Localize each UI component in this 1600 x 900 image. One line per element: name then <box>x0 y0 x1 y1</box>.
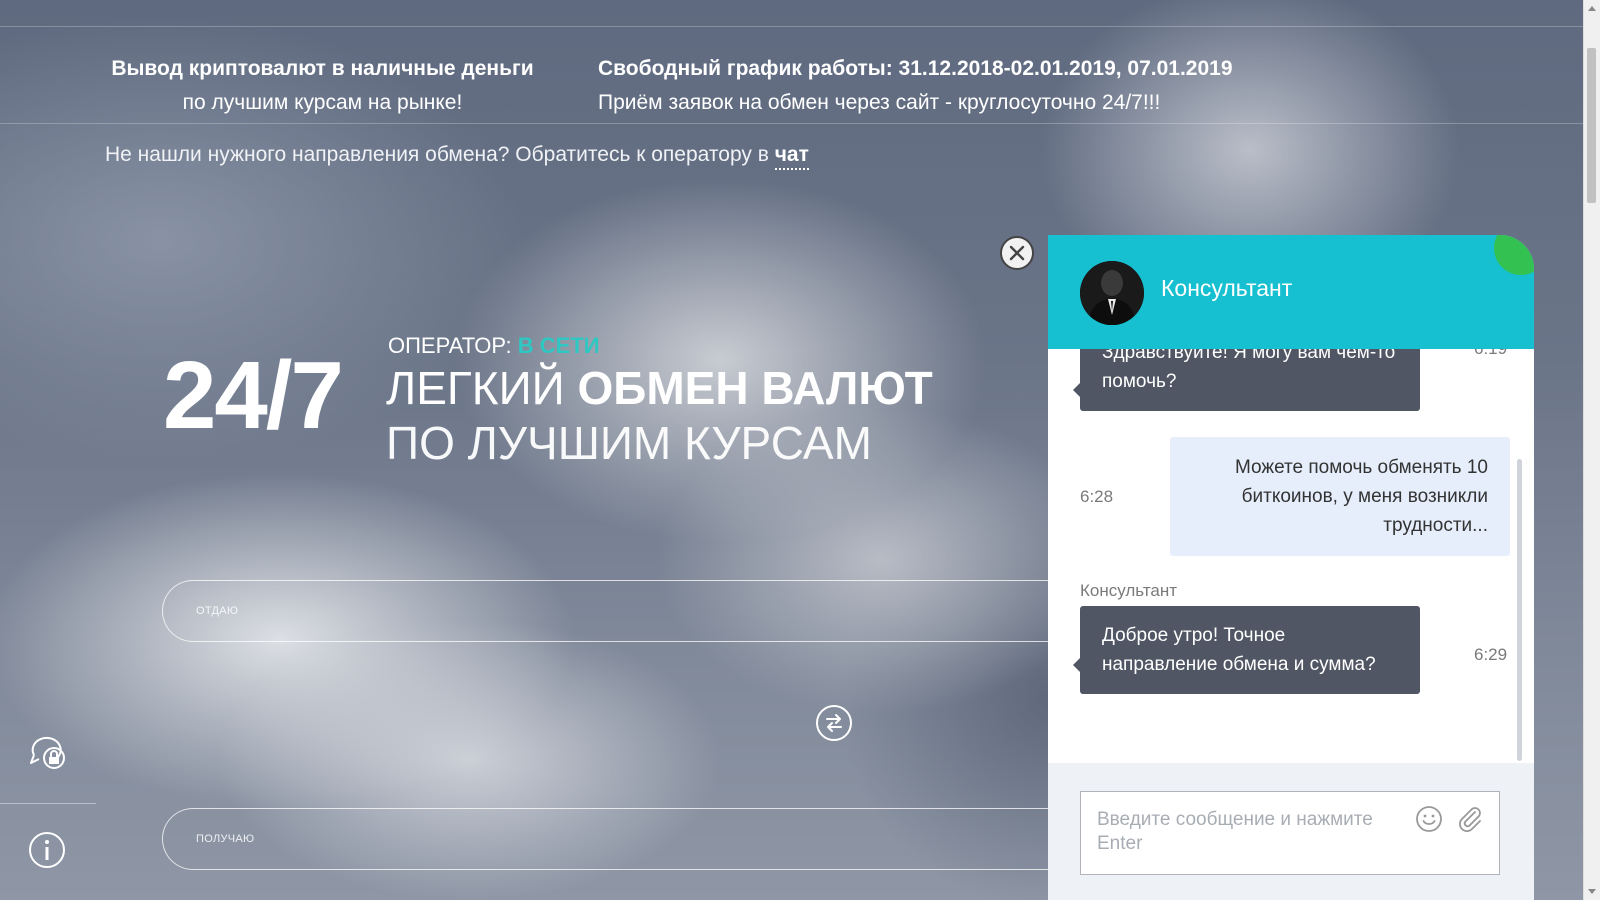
chat-widget: Консультант Здравствуйте! Я могу вам чем… <box>1048 235 1534 900</box>
consultant-avatar <box>1080 261 1144 325</box>
header-right: Свободный график работы: 31.12.2018-02.0… <box>598 57 1233 115</box>
emoji-button[interactable] <box>1414 804 1444 834</box>
info-button[interactable] <box>28 831 65 868</box>
header-left-title: Вывод криптовалют в наличные деньги <box>111 57 534 80</box>
hero-headline-bold: ОБМЕН ВАЛЮТ <box>577 362 933 414</box>
header-left-subtitle: по лучшим курсам на рынке! <box>182 91 463 114</box>
chat-title: Консультант <box>1161 275 1293 301</box>
hero-headline-light: ЛЕГКИЙ <box>386 362 578 414</box>
chat-close-button[interactable] <box>1000 236 1034 270</box>
operator-message: Доброе утро! Точное направление обмена и… <box>1073 606 1420 694</box>
swap-icon <box>826 714 842 732</box>
give-field[interactable]: ОТДАЮ <box>162 580 1050 642</box>
header-divider <box>0 123 1584 124</box>
message-sender: Консультант <box>1080 581 1178 600</box>
notice-message: Не нашли нужного направления обмена? Обр… <box>105 143 775 166</box>
top-divider <box>0 26 1584 27</box>
operator-label: ОПЕРАТОР: <box>388 333 512 358</box>
chat-input-area: Введите сообщение и нажмите Enter <box>1048 763 1534 900</box>
attach-button[interactable] <box>1455 804 1485 834</box>
page-scrollbar[interactable] <box>1583 0 1600 900</box>
online-indicator <box>1494 235 1534 275</box>
operator-message: Здравствуйте! Я могу вам чем-то помочь? <box>1073 349 1420 411</box>
lock-chat-button[interactable] <box>28 733 65 769</box>
chat-header: Консультант <box>1048 235 1534 349</box>
swap-button[interactable] <box>816 705 852 741</box>
header-right-title: Свободный график работы: 31.12.2018-02.0… <box>598 57 1233 80</box>
message-input[interactable]: Введите сообщение и нажмите Enter <box>1080 791 1500 875</box>
close-icon <box>1009 245 1025 261</box>
receive-field-label: ПОЛУЧАЮ <box>196 833 255 845</box>
give-field-label: ОТДАЮ <box>196 605 239 617</box>
operator-status: ОПЕРАТОР: В СЕТИ <box>388 333 600 359</box>
header-left: Вывод криптовалют в наличные деньги по л… <box>100 57 545 115</box>
user-message: Можете помочь обменять 10 биткоинов, у м… <box>1170 437 1510 556</box>
receive-field[interactable]: ПОЛУЧАЮ <box>162 808 1050 870</box>
message-list[interactable]: Здравствуйте! Я могу вам чем-то помочь? … <box>1048 349 1534 763</box>
bubble-tail <box>1073 658 1080 672</box>
online-badge: В СЕТИ <box>517 333 600 358</box>
message-text: Доброе утро! Точное направление обмена и… <box>1102 625 1376 675</box>
hero-subheadline: ПО ЛУЧШИМ КУРСАМ <box>386 417 872 469</box>
hero-number: 24/7 <box>163 342 344 449</box>
hero-headline: ЛЕГКИЙ ОБМЕН ВАЛЮТ <box>386 363 933 414</box>
scroll-up-arrow[interactable] <box>1588 6 1596 11</box>
scroll-down-arrow[interactable] <box>1588 889 1596 894</box>
message-scrollbar[interactable] <box>1517 459 1522 761</box>
header-right-subtitle: Приём заявок на обмен через сайт - кругл… <box>598 91 1161 114</box>
scrollbar-thumb[interactable] <box>1587 48 1596 203</box>
message-input-placeholder: Введите сообщение и нажмите Enter <box>1097 809 1373 854</box>
sidebar-divider <box>0 803 96 804</box>
info-icon <box>29 832 65 868</box>
bubble-tail <box>1073 383 1080 397</box>
message-text: Здравствуйте! Я могу вам чем-то помочь? <box>1102 349 1396 392</box>
notice-text: Не нашли нужного направления обмена? Обр… <box>105 143 809 170</box>
message-time: 6:29 <box>1474 645 1508 664</box>
smiley-icon <box>1416 806 1442 832</box>
lock-chat-icon <box>30 736 65 769</box>
message-time: 6:28 <box>1080 487 1114 506</box>
chat-link[interactable]: чат <box>774 143 809 170</box>
message-time: 6:19 <box>1474 349 1507 359</box>
paperclip-icon <box>1459 807 1481 832</box>
